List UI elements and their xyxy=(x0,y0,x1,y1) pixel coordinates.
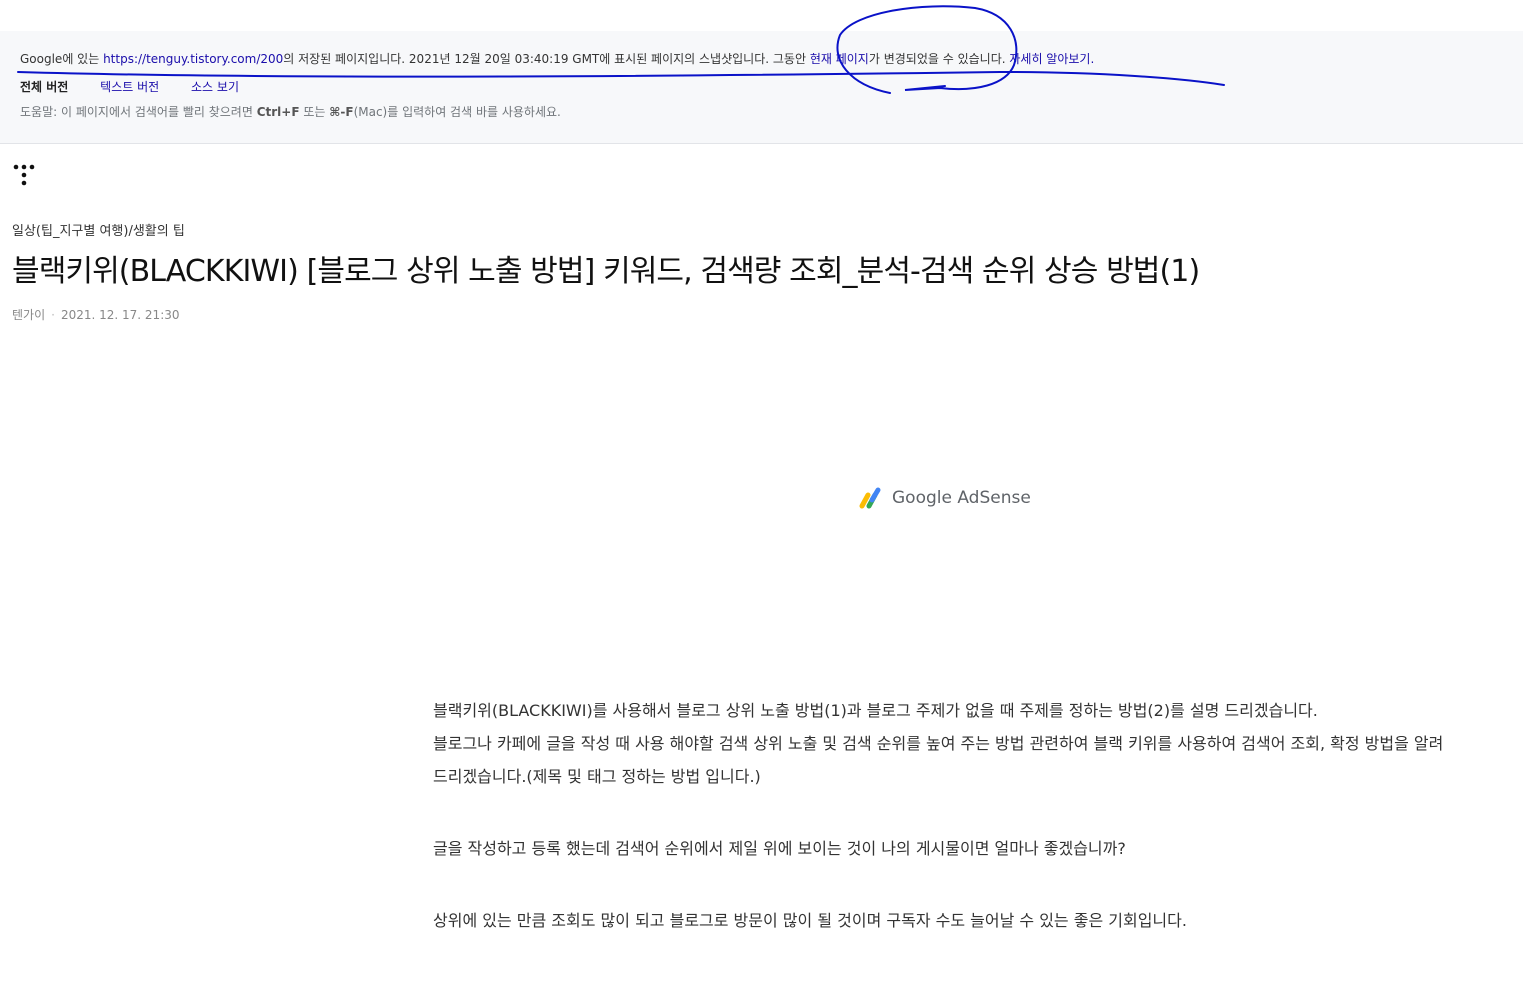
adsense-placeholder[interactable]: Google AdSense xyxy=(858,486,1031,510)
post-author: 텐가이 xyxy=(12,308,46,322)
tistory-logo-icon[interactable] xyxy=(12,163,36,187)
post-category[interactable]: 일상(팁_지구별 여행)/생활의 팁 xyxy=(12,220,185,239)
version-tabs: 전체 버전 텍스트 버전 소스 보기 xyxy=(20,78,267,95)
content-paragraph: 글을 작성하고 등록 했는데 검색어 순위에서 제일 위에 보이는 것이 나의 … xyxy=(433,839,1126,858)
post-date: 2021. 12. 17. 21:30 xyxy=(60,308,180,322)
help-text: 도움말: 이 페이지에서 검색어를 빨리 찾으려면 Ctrl+F 또는 ⌘-F(… xyxy=(20,105,561,119)
cached-url-link[interactable]: https://tenguy.tistory.com/200 xyxy=(103,52,283,66)
post-title: 블랙키위(BLACKKIWI) [블로그 상위 노출 방법] 키워드, 검색량 … xyxy=(12,254,1200,289)
meta-separator: · xyxy=(51,308,55,322)
adsense-label: Google AdSense xyxy=(892,488,1031,508)
content-paragraph: 상위에 있는 만큼 조회도 많이 되고 블로그로 방문이 많이 될 것이며 구독… xyxy=(433,911,1187,930)
tab-text-version[interactable]: 텍스트 버전 xyxy=(100,80,159,94)
post-content: 블랙키위(BLACKKIWI)를 사용해서 블로그 상위 노출 방법(1)과 블… xyxy=(433,694,1455,937)
cache-banner: Google에 있는 https://tenguy.tistory.com/20… xyxy=(0,31,1523,144)
tab-view-source[interactable]: 소스 보기 xyxy=(191,80,239,94)
content-paragraph: 블랙키위(BLACKKIWI)를 사용해서 블로그 상위 노출 방법(1)과 블… xyxy=(433,701,1318,720)
tab-full-version[interactable]: 전체 버전 xyxy=(20,80,68,94)
learn-more-link[interactable]: 자세히 알아보기. xyxy=(1009,52,1094,66)
content-paragraph: 블로그나 카페에 글을 작성 때 사용 해야할 검색 상위 노출 및 검색 순위… xyxy=(433,734,1444,786)
post-meta: 텐가이 · 2021. 12. 17. 21:30 xyxy=(12,306,180,323)
adsense-logo-icon xyxy=(859,487,881,509)
current-page-link[interactable]: 현재 페이지 xyxy=(810,52,869,66)
cache-notice: Google에 있는 https://tenguy.tistory.com/20… xyxy=(20,52,1095,66)
